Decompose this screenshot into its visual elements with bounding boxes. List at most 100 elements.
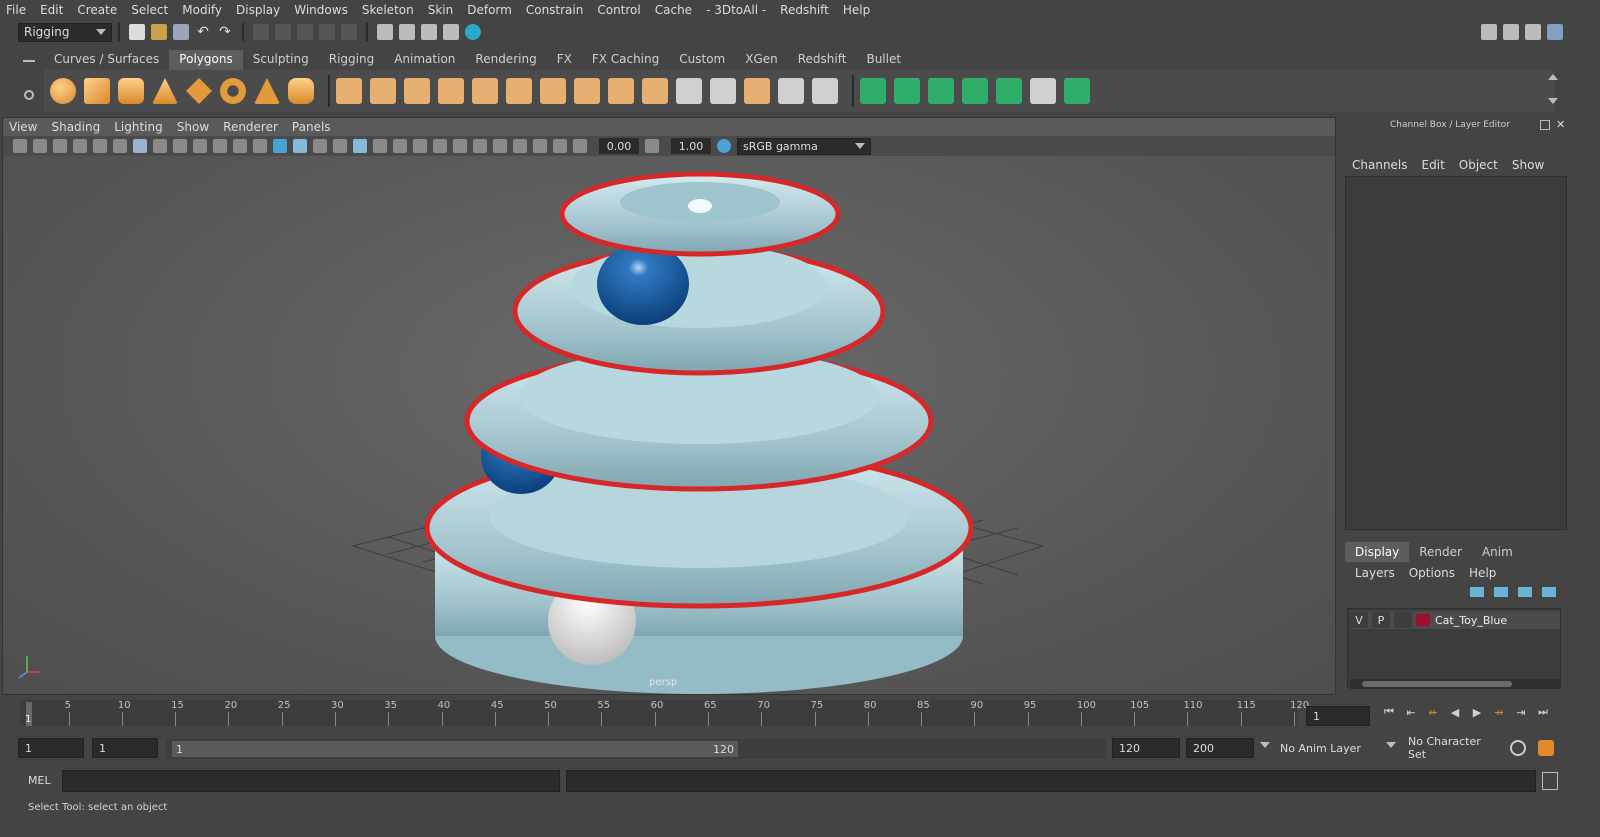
shelf-tab-fx[interactable]: FX — [547, 50, 582, 70]
go-to-end-icon[interactable]: ⏭ — [1534, 704, 1552, 720]
xray-components-icon[interactable] — [553, 139, 567, 153]
playback-start-field[interactable]: 1 — [92, 738, 158, 758]
exposure-field[interactable]: 0.00 — [599, 138, 639, 154]
smooth-icon[interactable] — [438, 78, 464, 104]
preferences-icon[interactable] — [1538, 740, 1554, 756]
script-editor-icon[interactable] — [1542, 772, 1558, 790]
checker-icon[interactable] — [1030, 78, 1056, 104]
render-frame-icon[interactable] — [399, 24, 415, 40]
gamma-icon[interactable] — [645, 139, 659, 153]
layer-tab-display[interactable]: Display — [1345, 542, 1410, 562]
xray-icon[interactable] — [513, 139, 527, 153]
twod-pan-icon[interactable] — [93, 139, 107, 153]
layer-name[interactable]: Cat_Toy_Blue — [1435, 614, 1507, 627]
hypershade-icon[interactable] — [465, 24, 481, 40]
shelf-tab-animation[interactable]: Animation — [384, 50, 465, 70]
color-management-icon[interactable] — [717, 139, 731, 153]
field-chart-icon[interactable] — [213, 139, 227, 153]
character-set-selector[interactable]: No Character Set — [1402, 735, 1500, 761]
unfold-icon[interactable] — [1064, 78, 1090, 104]
cleanup-icon[interactable] — [812, 78, 838, 104]
anim-layer-selector[interactable]: No Anim Layer — [1274, 738, 1374, 758]
render-view-icon[interactable] — [377, 24, 393, 40]
step-back-frame-icon[interactable]: ⇷ — [1424, 704, 1442, 720]
image-plane-icon[interactable] — [73, 139, 87, 153]
automatic-uv-icon[interactable] — [962, 78, 988, 104]
channelbox-menu-edit[interactable]: Edit — [1422, 158, 1445, 172]
viewport-menu-show[interactable]: Show — [177, 118, 209, 136]
shelf-tab-bullet[interactable]: Bullet — [856, 50, 911, 70]
shelf-scroll[interactable] — [1548, 74, 1558, 108]
bevel-icon[interactable] — [574, 78, 600, 104]
menu-display[interactable]: Display — [236, 3, 280, 17]
depth-of-field-icon[interactable] — [473, 139, 487, 153]
select-object-icon[interactable] — [275, 24, 291, 40]
play-backwards-icon[interactable]: ◀ — [1446, 704, 1464, 720]
channel-box-icon[interactable] — [1547, 24, 1563, 40]
viewport-menu-view[interactable]: View — [9, 118, 37, 136]
use-all-lights-icon[interactable] — [373, 139, 387, 153]
play-forwards-icon[interactable]: ▶ — [1468, 704, 1486, 720]
step-forward-frame-icon[interactable]: ⇸ — [1490, 704, 1508, 720]
channelbox-menu-object[interactable]: Object — [1459, 158, 1498, 172]
viewport-canvas[interactable]: persp — [3, 156, 1335, 694]
chevron-down-icon[interactable] — [1386, 742, 1396, 748]
layer-color-swatch[interactable] — [1416, 614, 1430, 626]
layer-tab-anim[interactable]: Anim — [1472, 542, 1523, 562]
fill-hole-icon[interactable] — [676, 78, 702, 104]
redo-icon[interactable]: ↷ — [217, 24, 233, 40]
channelbox-menu-show[interactable]: Show — [1512, 158, 1544, 172]
chevron-down-icon[interactable] — [1260, 742, 1270, 748]
screen-space-ao-icon[interactable] — [413, 139, 427, 153]
insert-edge-loop-icon[interactable] — [710, 78, 736, 104]
separate-icon[interactable] — [370, 78, 396, 104]
undo-icon[interactable]: ↶ — [195, 24, 211, 40]
cylindrical-uv-icon[interactable] — [894, 78, 920, 104]
step-back-key-icon[interactable]: ⇤ — [1402, 704, 1420, 720]
shelf-tab-sculpting[interactable]: Sculpting — [243, 50, 319, 70]
new-scene-icon[interactable] — [129, 24, 145, 40]
camera-icon[interactable] — [13, 139, 27, 153]
poly-plane-icon[interactable] — [186, 78, 212, 104]
exposure-icon[interactable] — [573, 139, 587, 153]
viewport-menu-lighting[interactable]: Lighting — [114, 118, 163, 136]
menu-constrain[interactable]: Constrain — [526, 3, 584, 17]
wireframe-on-shaded-icon[interactable] — [333, 139, 347, 153]
move-layer-down-icon[interactable] — [1494, 587, 1508, 597]
step-forward-key-icon[interactable]: ⇥ — [1512, 704, 1530, 720]
layer-menu-layers[interactable]: Layers — [1355, 566, 1395, 580]
new-layer-icon[interactable] — [1518, 587, 1532, 597]
menuset-dropdown[interactable]: Rigging — [18, 22, 112, 42]
menu-redshift[interactable]: Redshift — [780, 3, 829, 17]
target-weld-icon[interactable] — [608, 78, 634, 104]
layer-menu-options[interactable]: Options — [1409, 566, 1455, 580]
snap-grid-icon[interactable] — [319, 24, 335, 40]
shelf-tab-curves-surfaces[interactable]: Curves / Surfaces — [44, 50, 169, 70]
gear-icon[interactable] — [24, 90, 34, 100]
command-language[interactable]: MEL — [28, 774, 51, 787]
new-layer-selected-icon[interactable] — [1542, 587, 1556, 597]
outliner-icon[interactable] — [1503, 24, 1519, 40]
motion-blur-icon[interactable] — [433, 139, 447, 153]
shelf-tab-custom[interactable]: Custom — [669, 50, 735, 70]
go-to-start-icon[interactable]: ⏮ — [1380, 704, 1398, 720]
menu-edit[interactable]: Edit — [40, 3, 63, 17]
menu-file[interactable]: File — [6, 3, 26, 17]
shelf-tab-rendering[interactable]: Rendering — [465, 50, 546, 70]
poly-cylinder-icon[interactable] — [118, 78, 144, 104]
uv-editor-icon[interactable] — [996, 78, 1022, 104]
viewport-menu-renderer[interactable]: Renderer — [223, 118, 278, 136]
close-icon[interactable]: ✕ — [1556, 119, 1565, 130]
poly-pyramid-icon[interactable] — [254, 78, 280, 104]
textured-icon[interactable] — [353, 139, 367, 153]
menu-3dtoall[interactable]: - 3DtoAll - — [706, 3, 766, 17]
planar-uv-icon[interactable] — [860, 78, 886, 104]
menu-skeleton[interactable]: Skeleton — [362, 3, 414, 17]
float-icon[interactable] — [1540, 120, 1550, 130]
menu-modify[interactable]: Modify — [182, 3, 222, 17]
current-frame-field[interactable]: 1 — [1306, 706, 1370, 726]
mirror-icon[interactable] — [404, 78, 430, 104]
poly-pipe-icon[interactable] — [288, 78, 314, 104]
viewport-menu-shading[interactable]: Shading — [51, 118, 100, 136]
scrollbar-thumb[interactable] — [1362, 681, 1512, 687]
